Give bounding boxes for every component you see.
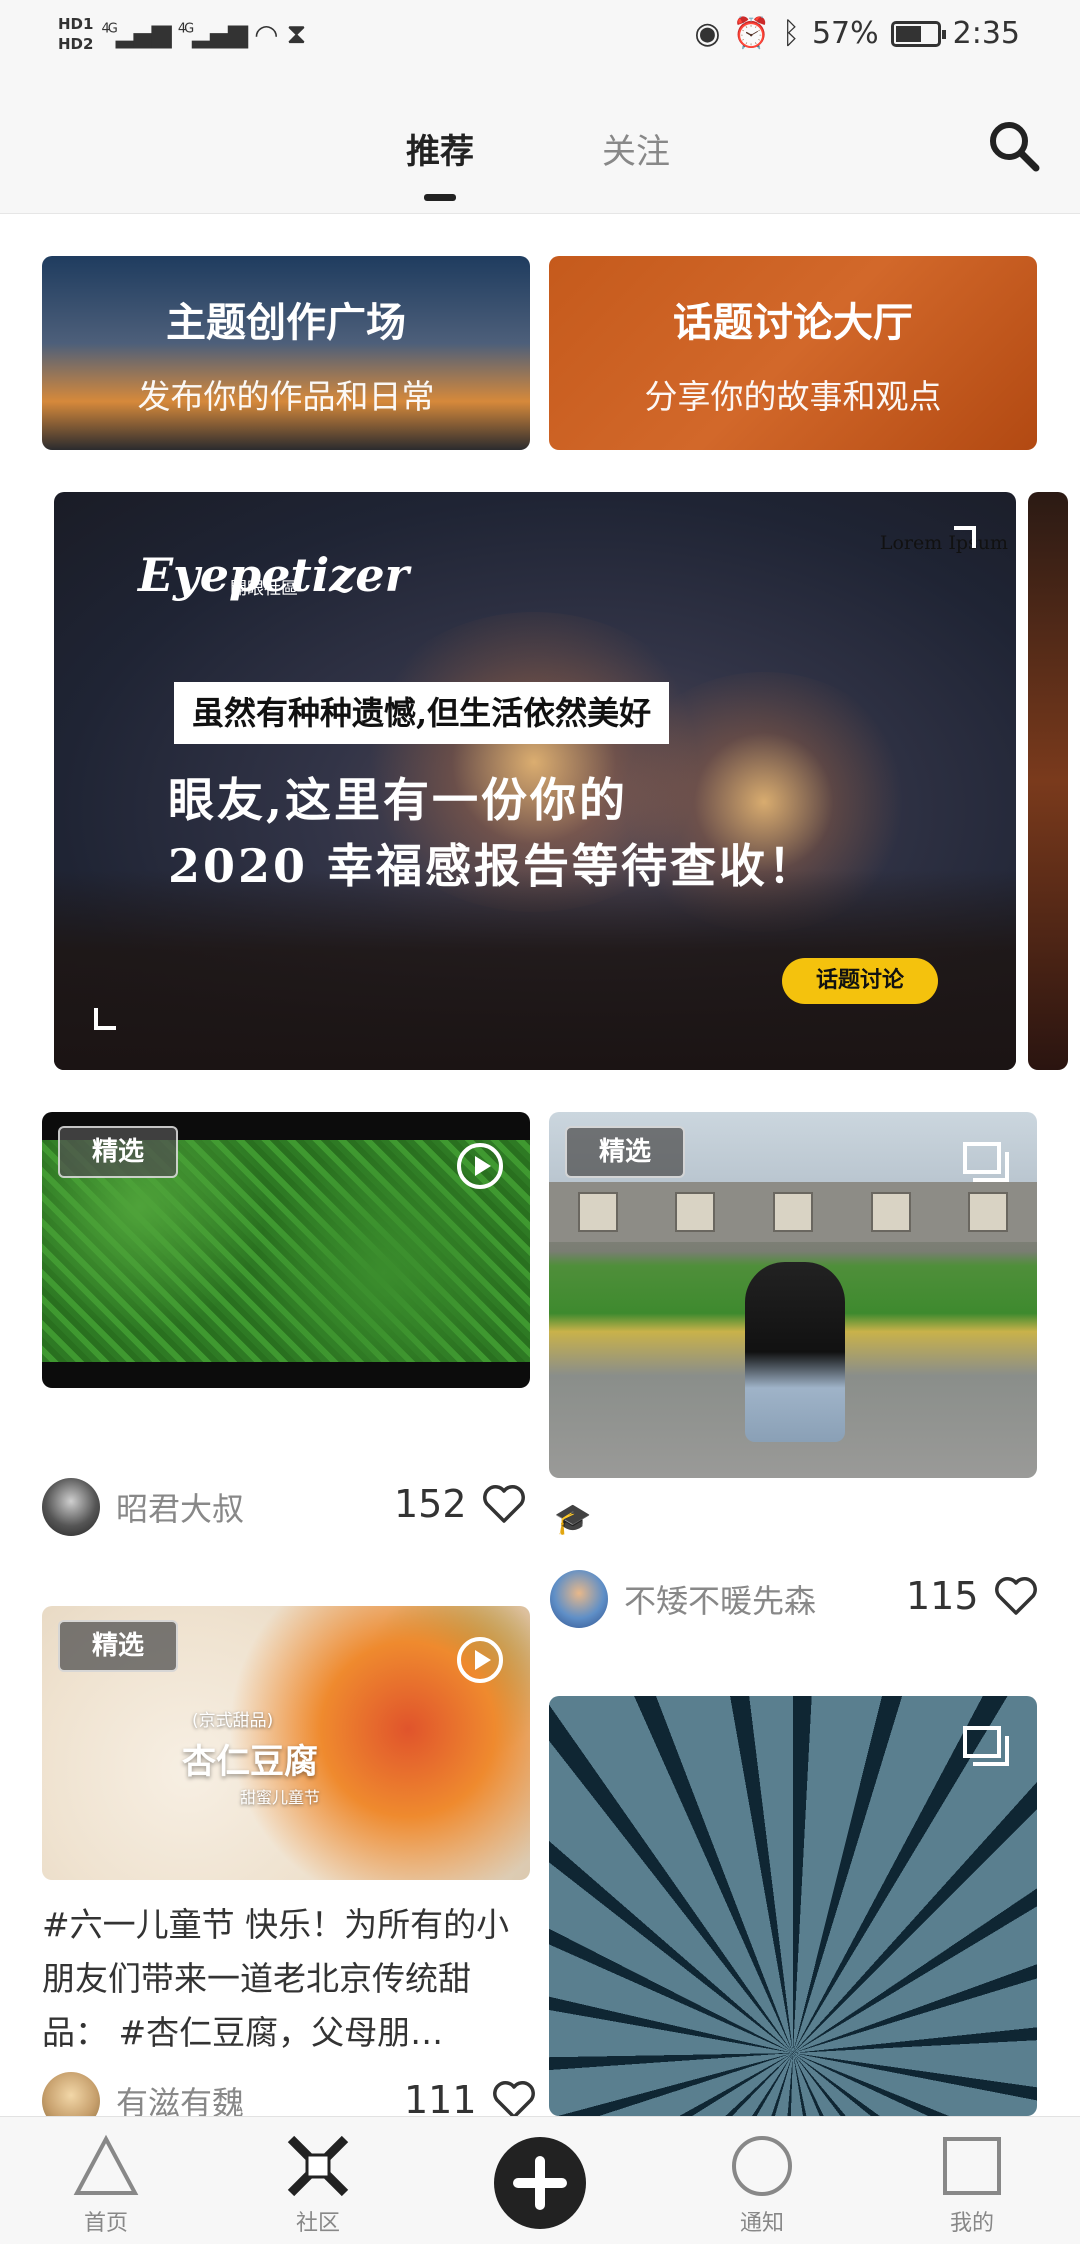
nav-community[interactable]: 社区: [258, 2131, 378, 2237]
feed-card-video-dessert[interactable]: (京式甜品) 杏仁豆腐 甜蜜儿童节 精选: [42, 1606, 530, 1880]
featured-badge: 精选: [58, 1126, 178, 1178]
author-name[interactable]: 不矮不暖先森: [624, 1576, 816, 1622]
corner-mark-icon: [94, 1008, 116, 1030]
wifi-icon: ◠: [254, 17, 279, 51]
top-tab-bar: 推荐 关注: [0, 80, 1080, 214]
tab-recommend[interactable]: 推荐: [406, 124, 474, 173]
bluetooth-icon: ᛒ: [781, 16, 800, 51]
author-name[interactable]: 昭君大叔: [116, 1484, 244, 1530]
clock-time: 2:35: [952, 16, 1020, 51]
add-post-button[interactable]: [494, 2137, 586, 2229]
plus-icon: [513, 2156, 567, 2210]
featured-badge: 精选: [565, 1126, 685, 1178]
status-right: ◉ ⏰ ᛒ 57% 2:35: [694, 16, 1020, 51]
next-banner-peek[interactable]: [1028, 492, 1068, 1070]
card3-description[interactable]: #六一儿童节 快乐！为所有的小朋友们带来一道老北京传统甜品： #杏仁豆腐，父母朋…: [42, 1898, 530, 2060]
card2-caption: 🎓: [554, 1502, 592, 1537]
dessert-subtitle: 甜蜜儿童节: [240, 1788, 321, 1807]
topic-card-subtitle: 发布你的作品和日常: [137, 377, 435, 416]
heart-icon[interactable]: [491, 2079, 537, 2121]
nav-community-label: 社区: [295, 2211, 340, 2236]
like-count: 152: [394, 1482, 467, 1526]
dessert-title: 杏仁豆腐: [182, 1742, 318, 1782]
battery-icon: [890, 20, 946, 47]
heart-icon[interactable]: [481, 1483, 527, 1525]
banner-headline-pill: 虽然有种种遗憾,但生活依然美好: [174, 682, 670, 744]
multi-image-icon: [963, 1142, 1009, 1182]
topic-card-discussion[interactable]: 话题讨论大厅 分享你的故事和观点: [549, 256, 1037, 450]
graduate-figure: [745, 1262, 845, 1442]
nav-home[interactable]: 首页: [46, 2131, 166, 2237]
multi-image-icon: [963, 1726, 1009, 1766]
topic-card-title: 主题创作广场: [166, 300, 406, 346]
battery-fill: [895, 25, 921, 42]
feed-card-photo-graduation[interactable]: 精选: [549, 1112, 1037, 1478]
triangle-home-icon: [73, 2134, 139, 2195]
dessert-caption: (京式甜品): [192, 1711, 274, 1731]
eye-icon: ◉: [694, 16, 721, 51]
avatar[interactable]: [550, 1570, 608, 1628]
avatar[interactable]: [42, 1478, 100, 1536]
brand-logo-sub: 開眼社區: [230, 579, 298, 599]
status-left: HD1 HD2 4G▂▄▆ 4G▂▄▆ ◠ ⧗: [58, 14, 306, 54]
banner-headline-line2: 2020 幸福感报告等待查收！: [168, 839, 818, 893]
corner-mark-icon: [954, 526, 976, 548]
like-count: 115: [906, 1574, 979, 1618]
bottom-nav: 首页 社区 通知 我的: [0, 2116, 1080, 2244]
topic-card-subtitle: 分享你的故事和观点: [644, 377, 942, 416]
active-tab-indicator: [424, 194, 456, 201]
card1-author[interactable]: 昭君大叔: [42, 1478, 244, 1536]
banner-headline-line1: 眼友,这里有一份你的: [168, 773, 629, 827]
nav-notifications-label: 通知: [739, 2211, 784, 2236]
nav-home-label: 首页: [83, 2211, 128, 2236]
topic-card-title: 话题讨论大厅: [673, 300, 913, 346]
signal-icon-2: 4G▂▄▆: [177, 19, 248, 49]
banner-lorem-text: Lorem Ipsum: [879, 532, 1008, 554]
card2-author[interactable]: 不矮不暖先森: [550, 1570, 816, 1628]
feed-card-photo-umbrella[interactable]: [549, 1696, 1037, 2116]
play-icon: [457, 1143, 503, 1189]
square-profile-icon: [943, 2137, 1001, 2195]
community-x-icon: [287, 2135, 349, 2197]
nav-notifications[interactable]: 通知: [702, 2131, 822, 2237]
nav-mine[interactable]: 我的: [912, 2131, 1032, 2237]
battery-percent: 57%: [811, 16, 879, 51]
status-bar: HD1 HD2 4G▂▄▆ 4G▂▄▆ ◠ ⧗ ◉ ⏰ ᛒ 57% 2:35: [0, 0, 1080, 80]
nav-mine-label: 我的: [949, 2211, 994, 2236]
hourglass-icon: ⧗: [286, 17, 307, 50]
hd-indicator: HD1 HD2: [58, 14, 93, 54]
feed-card-video-forest[interactable]: 精选: [42, 1112, 530, 1388]
featured-badge: 精选: [58, 1620, 178, 1672]
card2-likes[interactable]: 115: [906, 1574, 1039, 1618]
inscription-wall: [549, 1182, 1037, 1242]
promo-banner[interactable]: Eyepetizer 開眼社區 Lorem Ipsum 虽然有种种遗憾,但生活依…: [54, 492, 1016, 1070]
topic-card-creation[interactable]: 主题创作广场 发布你的作品和日常: [42, 256, 530, 450]
card1-likes[interactable]: 152: [394, 1482, 527, 1526]
hd2-label: HD2: [58, 35, 94, 53]
heart-icon[interactable]: [993, 1575, 1039, 1617]
play-icon: [457, 1637, 503, 1683]
hd1-label: HD1: [58, 15, 94, 33]
signal-icon: 4G▂▄▆: [101, 19, 171, 49]
search-icon[interactable]: [986, 118, 1042, 174]
topic-discussion-tag[interactable]: 话题讨论: [782, 958, 938, 1004]
tab-follow[interactable]: 关注: [602, 124, 670, 173]
alarm-icon: ⏰: [732, 16, 770, 51]
circle-notification-icon: [732, 2136, 792, 2196]
